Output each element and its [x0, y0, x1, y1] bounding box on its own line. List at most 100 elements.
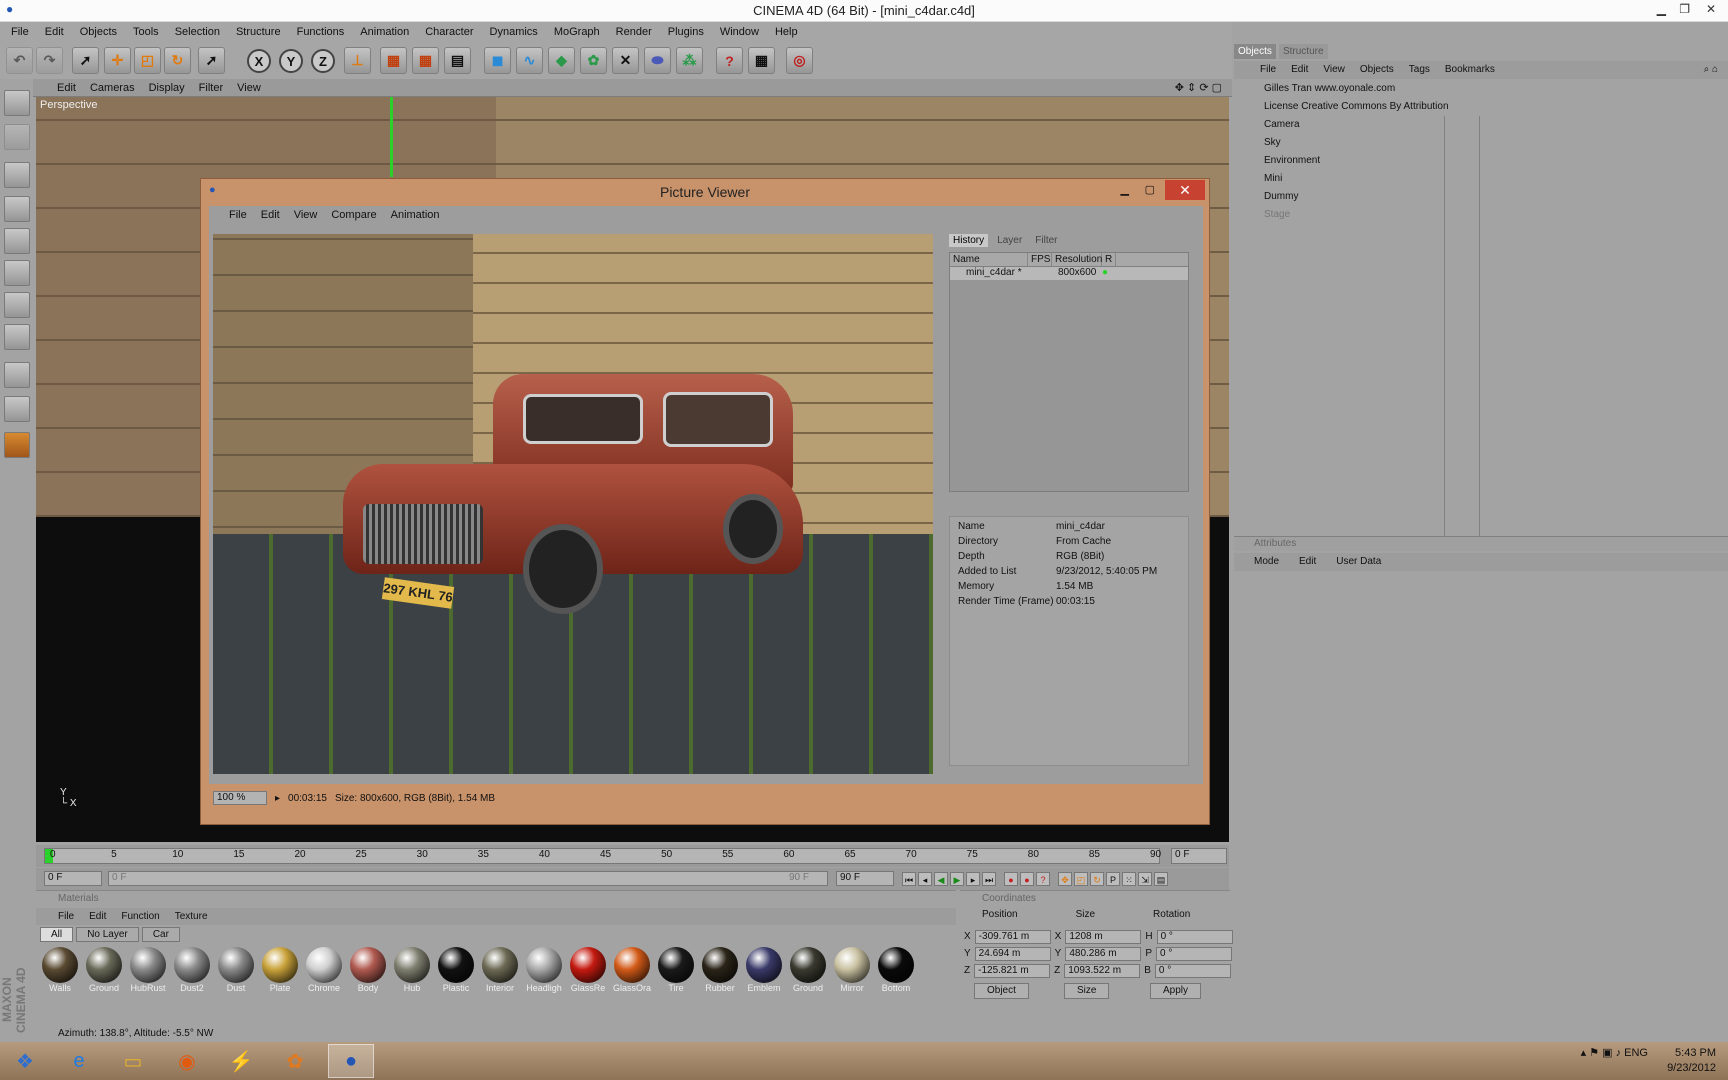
material-swatch[interactable]: Chrome: [304, 945, 344, 999]
mat-tab-all[interactable]: All: [40, 927, 74, 942]
material-swatch[interactable]: Ground: [84, 945, 124, 999]
light-icon[interactable]: ⁂: [676, 47, 703, 74]
material-swatch[interactable]: Bottom: [876, 945, 916, 999]
rotation-h-field[interactable]: 0 °: [1156, 929, 1233, 944]
vp-menu-edit[interactable]: Edit: [53, 82, 80, 94]
snap-icon[interactable]: [4, 432, 30, 458]
render-view-icon[interactable]: ▦: [380, 47, 407, 74]
size-y-field[interactable]: 480.286 m: [1065, 946, 1142, 961]
menu-structure[interactable]: Structure: [231, 26, 286, 38]
col-fps[interactable]: FPS: [1028, 253, 1052, 266]
pv-maximize-button[interactable]: ▢: [1145, 183, 1155, 196]
model-mode-icon[interactable]: [4, 162, 30, 188]
menu-selection[interactable]: Selection: [170, 26, 225, 38]
menu-tools[interactable]: Tools: [128, 26, 164, 38]
tab-objects[interactable]: Objects: [1234, 44, 1276, 59]
nurbs-icon[interactable]: ◆: [548, 47, 575, 74]
attr-menu-user-data[interactable]: User Data: [1336, 553, 1381, 571]
menu-file[interactable]: File: [6, 26, 34, 38]
y-axis-toggle[interactable]: Y: [279, 49, 303, 73]
tab-history[interactable]: History: [949, 234, 989, 247]
col-resolution[interactable]: Resolution: [1052, 253, 1102, 266]
material-swatch[interactable]: Emblem: [744, 945, 784, 999]
object-item[interactable]: Sky: [1264, 134, 1281, 151]
redo-icon[interactable]: ↷: [36, 47, 63, 74]
start-button-icon[interactable]: ❖: [2, 1044, 48, 1078]
goto-end-icon[interactable]: ⏭: [982, 872, 996, 886]
tray-icons[interactable]: ▴ ⚑ ▣ ♪: [1581, 1047, 1625, 1059]
pv-menu-edit[interactable]: Edit: [257, 206, 284, 224]
object-item[interactable]: Dummy: [1264, 188, 1298, 205]
clock[interactable]: 5:43 PM 9/23/2012: [1667, 1046, 1716, 1076]
menu-render[interactable]: Render: [611, 26, 657, 38]
preview-range-slider[interactable]: 0 F 90 F: [108, 871, 828, 886]
coordinate-system-icon[interactable]: ⊥: [344, 47, 371, 74]
menu-functions[interactable]: Functions: [292, 26, 350, 38]
object-item[interactable]: Mini: [1264, 170, 1282, 187]
minimize-button[interactable]: ▁: [1657, 2, 1666, 16]
max-frame-field[interactable]: 90 F: [836, 871, 894, 886]
mat-menu-function[interactable]: Function: [117, 908, 163, 925]
om-menu-view[interactable]: View: [1319, 61, 1349, 79]
file-explorer-icon[interactable]: ▭: [110, 1044, 156, 1078]
calculator-icon[interactable]: ▦: [748, 47, 775, 74]
uv-mode-icon[interactable]: [4, 324, 30, 350]
rotate-tool-icon[interactable]: ↻: [164, 47, 191, 74]
material-swatch[interactable]: Rubber: [700, 945, 740, 999]
timeline-menu-icon[interactable]: ▤: [1154, 872, 1168, 886]
firefox-icon[interactable]: ◉: [164, 1044, 210, 1078]
coordinate-mode-select[interactable]: Object: [974, 983, 1029, 999]
size-mode-select[interactable]: Size: [1064, 983, 1110, 999]
attr-menu-edit[interactable]: Edit: [1299, 553, 1316, 571]
texture-mode-icon[interactable]: [4, 362, 30, 388]
tab-filter[interactable]: Filter: [1031, 234, 1061, 247]
rotation-p-field[interactable]: 0 °: [1156, 946, 1233, 961]
material-swatch[interactable]: GlassRe: [568, 945, 608, 999]
start-frame-field[interactable]: 0 F: [44, 871, 102, 886]
render-settings-icon[interactable]: ▤: [444, 47, 471, 74]
cube-icon[interactable]: ◼: [484, 47, 511, 74]
object-item[interactable]: Camera: [1264, 116, 1300, 133]
rendered-image[interactable]: 297 KHL 76: [213, 234, 933, 774]
apply-button[interactable]: Apply: [1150, 983, 1202, 999]
menu-objects[interactable]: Objects: [75, 26, 122, 38]
mat-tab-no-layer[interactable]: No Layer: [76, 927, 139, 942]
attr-menu-mode[interactable]: Mode: [1254, 553, 1279, 571]
app-icon-orange[interactable]: ✿: [272, 1044, 318, 1078]
close-button[interactable]: ✕: [1706, 2, 1716, 16]
menu-window[interactable]: Window: [715, 26, 764, 38]
array-icon[interactable]: ✿: [580, 47, 607, 74]
material-swatch[interactable]: Hub: [392, 945, 432, 999]
menu-edit[interactable]: Edit: [40, 26, 69, 38]
material-swatch[interactable]: Body: [348, 945, 388, 999]
keyframe-help-icon[interactable]: ?: [1036, 872, 1050, 886]
move-tool-icon[interactable]: ✛: [104, 47, 131, 74]
play-icon[interactable]: ▸: [275, 793, 280, 804]
mat-tab-car[interactable]: Car: [141, 927, 180, 942]
scale-tool-icon[interactable]: ◰: [134, 47, 161, 74]
object-item[interactable]: Gilles Tran www.oyonale.com: [1264, 80, 1395, 97]
om-menu-edit[interactable]: Edit: [1287, 61, 1312, 79]
menu-character[interactable]: Character: [420, 26, 478, 38]
object-item[interactable]: Environment: [1264, 152, 1320, 169]
pv-menu-view[interactable]: View: [290, 206, 322, 224]
pv-close-button[interactable]: ✕: [1165, 180, 1205, 200]
menu-dynamics[interactable]: Dynamics: [485, 26, 543, 38]
om-menu-file[interactable]: File: [1256, 61, 1280, 79]
play-back-icon[interactable]: ◀: [934, 872, 948, 886]
material-swatch[interactable]: Walls: [40, 945, 80, 999]
object-item[interactable]: License Creative Commons By Attribution: [1264, 98, 1449, 115]
vp-menu-display[interactable]: Display: [145, 82, 189, 94]
select-tool-icon[interactable]: ➚: [72, 47, 99, 74]
material-swatch[interactable]: GlassOra: [612, 945, 652, 999]
menu-help[interactable]: Help: [770, 26, 803, 38]
key-pla-icon[interactable]: ⁙: [1122, 872, 1136, 886]
material-swatch[interactable]: Plastic: [436, 945, 476, 999]
autokey-icon[interactable]: ●: [1020, 872, 1034, 886]
spline-icon[interactable]: ∿: [516, 47, 543, 74]
material-swatch[interactable]: Interior: [480, 945, 520, 999]
viewport-nav-icon[interactable]: ✥ ⇕ ⟳ ▢: [1171, 81, 1226, 94]
flash-icon[interactable]: ⚡: [218, 1044, 264, 1078]
mat-menu-edit[interactable]: Edit: [85, 908, 110, 925]
internet-explorer-icon[interactable]: e: [56, 1044, 102, 1078]
